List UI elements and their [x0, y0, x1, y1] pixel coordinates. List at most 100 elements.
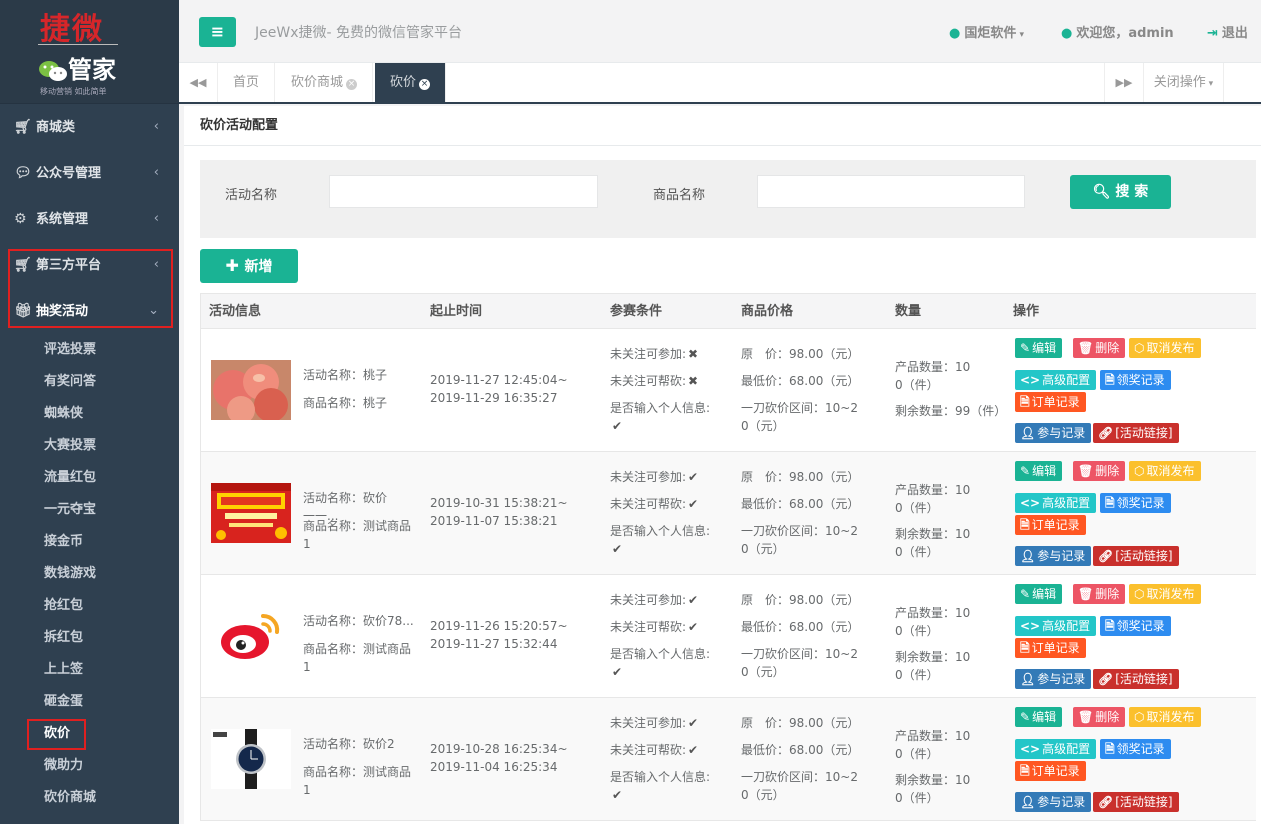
menu-toggle-button[interactable]: ≡ [199, 17, 236, 47]
logout-link[interactable]: ⇥ 退出 [1207, 22, 1248, 41]
prize-record-button[interactable]: 🗎︎ 领奖记录 [1100, 616, 1171, 636]
activity-link-button[interactable]: 🔗︎ [活动链接] [1093, 792, 1179, 812]
sidebar-subitem[interactable]: 评选投票 [0, 334, 179, 366]
col-header: 参赛条件 [610, 304, 663, 319]
edit-button[interactable]: ✎ 编辑 [1015, 707, 1063, 727]
cond-personal-info: 是否输入个人信息: ✔ [610, 770, 711, 802]
delete-button[interactable]: 🗑︎ 删除 [1073, 707, 1126, 727]
sidebar-subitem[interactable]: 微助力 [0, 750, 179, 782]
unpublish-button[interactable]: ⬡ 取消发布 [1129, 461, 1201, 481]
search-button[interactable]: 🔍︎ 搜 索 [1070, 175, 1171, 209]
col-header: 商品价格 [741, 304, 794, 319]
product-name: 商品名称：测试商品 1 [303, 519, 412, 551]
tab-bargain[interactable]: 砍价 × [375, 63, 447, 102]
user-welcome[interactable]: ● 欢迎您，admin [1061, 22, 1174, 41]
code-icon: <> [1020, 742, 1041, 756]
cut-range: 一刀砍价区间：10~2 0（元） [741, 524, 858, 556]
trash-icon: 🗑︎ [1078, 464, 1094, 478]
link-icon: 🔗︎ [1098, 426, 1114, 440]
tab-home[interactable]: 首页 [218, 63, 276, 102]
sidebar: 捷微 管家 移动营销 如此简单 🛒︎ 商城类 ‹ 💬︎ 公众号管理 ‹ ⚙ 系统管理 … [0, 0, 179, 824]
tab-bargain-mall[interactable]: 砍价商城 × [276, 63, 374, 102]
order-record-button[interactable]: 🗎︎ 订单记录 [1015, 515, 1086, 535]
sidebar-subitem[interactable]: 砸金蛋 [0, 686, 179, 718]
file-icon: 🗎︎ [1105, 742, 1115, 756]
delete-button[interactable]: 🗑︎ 删除 [1073, 338, 1126, 358]
activity-link-button[interactable]: 🔗︎ [活动链接] [1093, 546, 1179, 566]
col-header: 活动信息 [209, 304, 262, 319]
order-record-button[interactable]: 🗎︎ 订单记录 [1015, 761, 1086, 781]
original-price: 原 价：98.00（元） [741, 347, 860, 361]
sidebar-subitem[interactable]: 流量红包 [0, 462, 179, 494]
edit-button[interactable]: ✎ 编辑 [1015, 338, 1063, 358]
unpublish-button[interactable]: ⬡ 取消发布 [1129, 338, 1201, 358]
sidebar-subitem[interactable]: 接金币 [0, 526, 179, 558]
unpublish-button[interactable]: ⬡ 取消发布 [1129, 584, 1201, 604]
product-quantity: 产品数量：10 0（件） [895, 729, 971, 761]
prize-record-button[interactable]: 🗎︎ 领奖记录 [1100, 739, 1171, 759]
close-icon[interactable]: × [346, 79, 358, 90]
caret-down-icon: ▾ [1205, 79, 1214, 89]
sidebar-subitem[interactable]: 一元夺宝 [0, 494, 179, 526]
close-icon[interactable]: × [419, 79, 431, 90]
unpublish-button[interactable]: ⬡ 取消发布 [1129, 707, 1201, 727]
order-record-button[interactable]: 🗎︎ 订单记录 [1015, 392, 1086, 412]
sidebar-item-third-party[interactable]: 🛒︎ 第三方平台 ‹ [0, 242, 179, 288]
company-dropdown[interactable]: ● 国炬软件 ▾ [949, 22, 1024, 41]
product-name-input[interactable] [757, 175, 1025, 208]
activity-name-input[interactable] [329, 175, 598, 208]
close-ops-dropdown[interactable]: 关闭操作 ▾ [1144, 63, 1224, 102]
cond-follow-help: 未关注可帮砍: ✖ [610, 374, 699, 388]
join-record-button[interactable]: 👤︎ 参与记录 [1015, 792, 1092, 812]
tab-prev-icon[interactable]: ◀◀ [179, 63, 218, 102]
edit-button[interactable]: ✎ 编辑 [1015, 461, 1063, 481]
sidebar-item-mall[interactable]: 🛒︎ 商城类 ‹ [0, 104, 179, 150]
activity-table: 活动信息 起止时间 参赛条件 商品价格 数量 操作 活动名称：桃子 商品名称：桃… [200, 293, 1256, 821]
advanced-config-button[interactable]: <> 高级配置 [1015, 616, 1097, 636]
join-record-button[interactable]: 👤︎ 参与记录 [1015, 546, 1092, 566]
original-price: 原 价：98.00（元） [741, 470, 860, 484]
prize-record-button[interactable]: 🗎︎ 领奖记录 [1100, 493, 1171, 513]
company-label: 国炬软件 [964, 26, 1017, 41]
sidebar-subitem[interactable]: 有奖问答 [0, 366, 179, 398]
logo-tagline: 移动营销 如此简单 [40, 87, 107, 96]
sidebar-subitem[interactable]: 蜘蛛侠 [0, 398, 179, 430]
sidebar-subitem[interactable]: 拆红包 [0, 622, 179, 654]
sidebar-subitem[interactable]: 大赛投票 [0, 430, 179, 462]
tabs-bar: ◀◀ 首页 砍价商城 × 砍价 × ▶▶ 关闭操作 ▾ [179, 63, 1261, 104]
advanced-config-button[interactable]: <> 高级配置 [1015, 493, 1097, 513]
cond-follow-join: 未关注可参加: ✔ [610, 716, 699, 730]
row-actions: ✎ 编辑 🗑︎ 删除 ⬡ 取消发布 <> 高级配置 🗎︎ 领奖记录 🗎︎ 订单记录 👤︎ 参与… [1015, 575, 1245, 698]
sidebar-item-lottery[interactable]: 🎁︎ 抽奖活动 ⌄ [0, 288, 179, 334]
join-record-button[interactable]: 👤︎ 参与记录 [1015, 669, 1092, 689]
sidebar-subitem[interactable]: 砍价商城 [0, 782, 179, 814]
activity-name: 活动名称：砍价2 [303, 737, 395, 751]
sidebar-subitem[interactable]: 上上签 [0, 654, 179, 686]
join-record-button[interactable]: 👤︎ 参与记录 [1015, 423, 1092, 443]
tab-next-icon[interactable]: ▶▶ [1104, 63, 1144, 102]
delete-button[interactable]: 🗑︎ 删除 [1073, 461, 1126, 481]
sidebar-subitem-active[interactable]: 砍价 [0, 718, 179, 750]
welcome-text: 欢迎您，admin [1076, 26, 1174, 41]
sidebar-item-system[interactable]: ⚙ 系统管理 ‹ [0, 196, 179, 242]
activity-name: 活动名称：砍价78... [303, 614, 414, 628]
advanced-config-button[interactable]: <> 高级配置 [1015, 739, 1097, 759]
cube-icon: ⬡ [1134, 341, 1145, 355]
prize-record-button[interactable]: 🗎︎ 领奖记录 [1100, 370, 1171, 390]
order-record-button[interactable]: 🗎︎ 订单记录 [1015, 638, 1086, 658]
sidebar-subitem[interactable]: 抢红包 [0, 590, 179, 622]
activity-link-button[interactable]: 🔗︎ [活动链接] [1093, 423, 1179, 443]
cond-follow-join: 未关注可参加: ✖ [610, 347, 699, 361]
sidebar-subitem[interactable]: 数钱游戏 [0, 558, 179, 590]
delete-button[interactable]: 🗑︎ 删除 [1073, 584, 1126, 604]
cond-follow-help: 未关注可帮砍: ✔ [610, 743, 699, 757]
original-price: 原 价：98.00（元） [741, 593, 860, 607]
sidebar-item-wechat[interactable]: 💬︎ 公众号管理 ‹ [0, 150, 179, 196]
add-button[interactable]: ✚ 新增 [200, 249, 298, 283]
advanced-config-button[interactable]: <> 高级配置 [1015, 370, 1097, 390]
activity-link-button[interactable]: 🔗︎ [活动链接] [1093, 669, 1179, 689]
edit-button[interactable]: ✎ 编辑 [1015, 584, 1063, 604]
cut-range: 一刀砍价区间：10~2 0（元） [741, 770, 858, 802]
wechat-icon: ● [949, 26, 961, 41]
logout-label: 退出 [1221, 26, 1248, 41]
